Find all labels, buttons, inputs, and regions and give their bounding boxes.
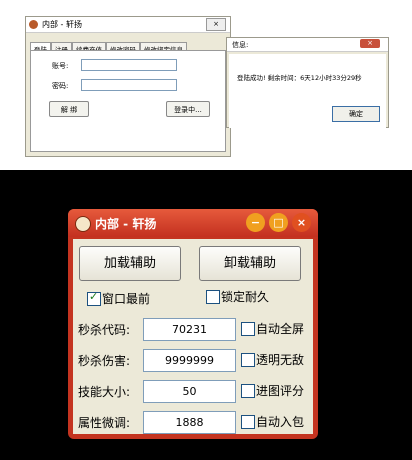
info-dialog-title: 信息: bbox=[232, 41, 249, 49]
auto-fullscreen-checkbox[interactable] bbox=[241, 322, 255, 336]
field-label-skill-size: 技能大小: bbox=[78, 385, 131, 399]
maximize-icon[interactable]: □ bbox=[269, 213, 288, 232]
topmost-checkbox[interactable] bbox=[87, 290, 101, 306]
app-icon bbox=[29, 20, 38, 29]
lock-durability-label: 锁定耐久 bbox=[221, 290, 270, 304]
main-body: 加载辅助 卸载辅助 窗口最前 锁定耐久 秒杀代码: 70231 自动全屏 秒杀伤… bbox=[73, 239, 313, 434]
auto-fullscreen-label: 自动全屏 bbox=[256, 322, 305, 336]
attribute-tweak-input[interactable]: 1888 bbox=[143, 411, 236, 434]
map-score-label: 进图评分 bbox=[256, 384, 305, 398]
auto-pack-checkbox[interactable] bbox=[241, 415, 255, 429]
ok-button[interactable]: 确定 bbox=[332, 106, 380, 122]
main-window-title: 内部 - 轩扬 bbox=[95, 217, 157, 231]
login-title-bar: 内部 - 轩扬 × bbox=[26, 17, 230, 33]
login-window: 内部 - 轩扬 × 登陆注册续费充值修改密码修改绑定信息 账号: 密码: 解 绑… bbox=[25, 16, 231, 157]
password-label: 密码: bbox=[52, 82, 69, 90]
info-title-bar: 信息: × bbox=[227, 38, 388, 52]
field-label-kill-damage: 秒杀伤害: bbox=[78, 354, 131, 368]
password-input[interactable] bbox=[81, 79, 177, 91]
login-button[interactable]: 登录中... bbox=[166, 101, 210, 117]
main-window: 内部 - 轩扬 − □ × 加载辅助 卸载辅助 窗口最前 锁定耐久 秒杀代码: … bbox=[68, 209, 318, 439]
account-input[interactable] bbox=[81, 59, 177, 71]
app-icon bbox=[75, 216, 91, 232]
kill-code-input[interactable]: 70231 bbox=[143, 318, 236, 341]
close-icon[interactable]: × bbox=[360, 39, 380, 48]
login-window-title: 内部 - 轩扬 bbox=[42, 20, 82, 29]
transparent-invincible-label: 透明无敌 bbox=[256, 353, 305, 367]
load-assist-button[interactable]: 加载辅助 bbox=[79, 246, 181, 281]
login-tabs: 登陆注册续费充值修改密码修改绑定信息 bbox=[30, 37, 187, 55]
unbind-button[interactable]: 解 绑 bbox=[49, 101, 89, 117]
auto-pack-label: 自动入包 bbox=[256, 415, 305, 429]
login-panel: 账号: 密码: 解 绑 登录中... bbox=[30, 50, 226, 152]
login-screenshot: 内部 - 轩扬 × 登陆注册续费充值修改密码修改绑定信息 账号: 密码: 解 绑… bbox=[0, 0, 412, 170]
info-message: 登陆成功! 剩余时间：6天12小时33分29秒 bbox=[237, 74, 362, 82]
transparent-invincible-checkbox[interactable] bbox=[241, 353, 255, 367]
kill-damage-input[interactable]: 9999999 bbox=[143, 349, 236, 372]
info-dialog: 信息: × 登陆成功! 剩余时间：6天12小时33分29秒 确定 bbox=[226, 37, 389, 128]
topmost-label: 窗口最前 bbox=[102, 292, 151, 306]
close-icon[interactable]: × bbox=[292, 213, 311, 232]
minimize-icon[interactable]: − bbox=[246, 213, 265, 232]
main-title-bar: 内部 - 轩扬 − □ × bbox=[68, 209, 318, 237]
skill-size-input[interactable]: 50 bbox=[143, 380, 236, 403]
close-icon[interactable]: × bbox=[206, 18, 226, 31]
account-label: 账号: bbox=[52, 62, 69, 70]
map-score-checkbox[interactable] bbox=[241, 384, 255, 398]
field-label-attribute-tweak: 属性微调: bbox=[78, 416, 131, 430]
lock-durability-checkbox[interactable] bbox=[206, 290, 220, 304]
field-label-kill-code: 秒杀代码: bbox=[78, 323, 131, 337]
unload-assist-button[interactable]: 卸载辅助 bbox=[199, 246, 301, 281]
info-panel: 登陆成功! 剩余时间：6天12小时33分29秒 确定 bbox=[229, 54, 386, 128]
